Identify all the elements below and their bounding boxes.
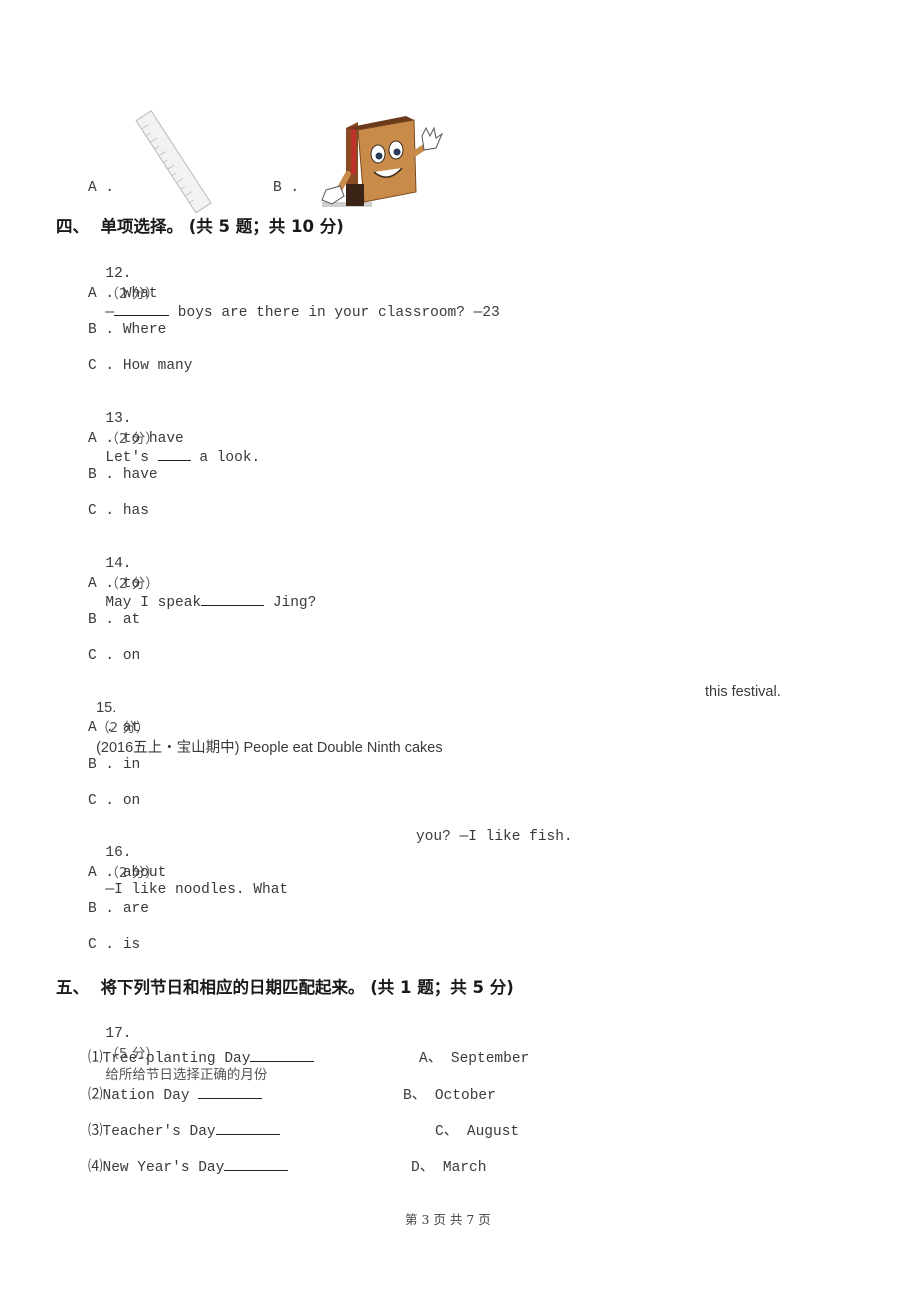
question-15-text-post: this festival. (705, 684, 781, 700)
question-number: 17. (105, 1026, 132, 1042)
option-text: has (122, 503, 149, 519)
question-text-pre: Let's (105, 450, 158, 466)
question-number: 12. (105, 266, 132, 282)
q16-option-b[interactable]: B . are (88, 901, 149, 917)
option-text: have (122, 467, 158, 483)
question-15: 15. （2 分） (2016五上・宝山期中) People eat Doubl… (88, 684, 443, 757)
question-16-text-post: you? —I like fish. (416, 829, 573, 845)
q15-option-b[interactable]: B . in (88, 757, 140, 773)
question-text-pre: May I speak (105, 595, 202, 611)
match-left-item-1: ⑴Tree-planting Day (88, 1046, 315, 1067)
option-label: A . (88, 286, 115, 302)
question-number: 15. (96, 700, 117, 716)
option-label: B . (88, 901, 115, 917)
question-number: 14. (105, 556, 132, 572)
match-right-item-d: D、 March (411, 1160, 487, 1176)
answer-blank[interactable] (114, 303, 170, 316)
question-prompt: 给所给节日选择正确的月份 (105, 1067, 268, 1083)
q13-option-b[interactable]: B . have (88, 467, 158, 483)
q16-option-a[interactable]: A . about (88, 865, 166, 881)
option-label: B . (88, 612, 115, 628)
match-left-item-2: ⑵Nation Day (88, 1083, 263, 1104)
festival-name: ⑶Teacher's Day (88, 1124, 216, 1140)
option-text: are (122, 901, 149, 917)
q14-option-c[interactable]: C . on (88, 648, 140, 664)
answer-blank[interactable] (198, 1086, 263, 1099)
option-a-label: A . (88, 180, 115, 196)
question-text-post: Jing? (264, 595, 317, 611)
option-label: C . (88, 937, 115, 953)
festival-name: ⑴Tree-planting Day (88, 1051, 251, 1067)
question-text-pre: — (105, 305, 115, 321)
q15-option-c[interactable]: C . on (88, 793, 140, 809)
option-text: is (122, 937, 141, 953)
option-label: B . (88, 322, 115, 338)
question-16: 16. （2 分） —I like noodles. What (88, 829, 288, 898)
q13-option-c[interactable]: C . has (88, 503, 149, 519)
option-text: How many (122, 358, 193, 374)
match-right-item-b: B、 October (403, 1088, 496, 1104)
option-label: C . (88, 793, 115, 809)
option-text: at (122, 612, 141, 628)
option-label: C . (88, 358, 115, 374)
option-text: about (122, 865, 167, 881)
answer-blank[interactable] (201, 593, 265, 606)
q13-option-a[interactable]: A . to have (88, 431, 184, 447)
page-footer: 第 3 页 共 7 页 (405, 1212, 491, 1227)
q12-option-b[interactable]: B . Where (88, 322, 166, 338)
option-text: Where (122, 322, 167, 338)
festival-name: ⑵Nation Day (88, 1088, 199, 1104)
option-label: B . (88, 467, 115, 483)
match-left-item-4: ⑷New Year's Day (88, 1155, 289, 1176)
q14-option-b[interactable]: B . at (88, 612, 140, 628)
question-text-pre: (2016五上・宝山期中) People eat Double Ninth ca… (96, 740, 443, 756)
option-label: B . (88, 757, 115, 773)
section-5-heading: 五、 将下列节日和相应的日期匹配起来。 (共 1 题；共 5 分) (56, 978, 514, 997)
option-b-label: B . (273, 180, 300, 196)
q12-option-a[interactable]: A . What (88, 286, 158, 302)
section-4-heading: 四、 单项选择。 (共 5 题；共 10 分) (56, 217, 344, 236)
match-right-item-a: A、 September (419, 1051, 530, 1067)
question-number: 16. (105, 845, 132, 861)
answer-blank[interactable] (250, 1049, 315, 1062)
q12-option-c[interactable]: C . How many (88, 358, 192, 374)
option-label: C . (88, 648, 115, 664)
q15-option-a[interactable]: A . at (88, 720, 140, 736)
option-text: at (122, 720, 141, 736)
q16-option-c[interactable]: C . is (88, 937, 140, 953)
answer-blank[interactable] (215, 1122, 280, 1135)
question-number: 13. (105, 411, 132, 427)
option-text: on (122, 648, 141, 664)
option-text: in (122, 757, 141, 773)
option-label: A . (88, 720, 115, 736)
ruler-image (118, 90, 212, 214)
option-text: to have (122, 431, 184, 447)
answer-blank[interactable] (157, 448, 191, 461)
cartoon-book-image (308, 95, 444, 207)
q14-option-a[interactable]: A . to (88, 576, 140, 592)
question-text-post: a look. (190, 450, 261, 466)
match-right-item-c: C、 August (435, 1124, 520, 1140)
option-label: C . (88, 503, 115, 519)
match-left-item-3: ⑶Teacher's Day (88, 1119, 280, 1140)
question-text-post: boys are there in your classroom? —23 (169, 305, 500, 321)
option-text: on (122, 793, 141, 809)
option-text: to (122, 576, 141, 592)
question-text-pre: —I like noodles. What (105, 882, 289, 898)
answer-blank[interactable] (224, 1158, 289, 1171)
festival-name: ⑷New Year's Day (88, 1160, 225, 1176)
option-label: A . (88, 431, 115, 447)
option-label: A . (88, 865, 115, 881)
option-label: A . (88, 576, 115, 592)
option-text: What (122, 286, 158, 302)
